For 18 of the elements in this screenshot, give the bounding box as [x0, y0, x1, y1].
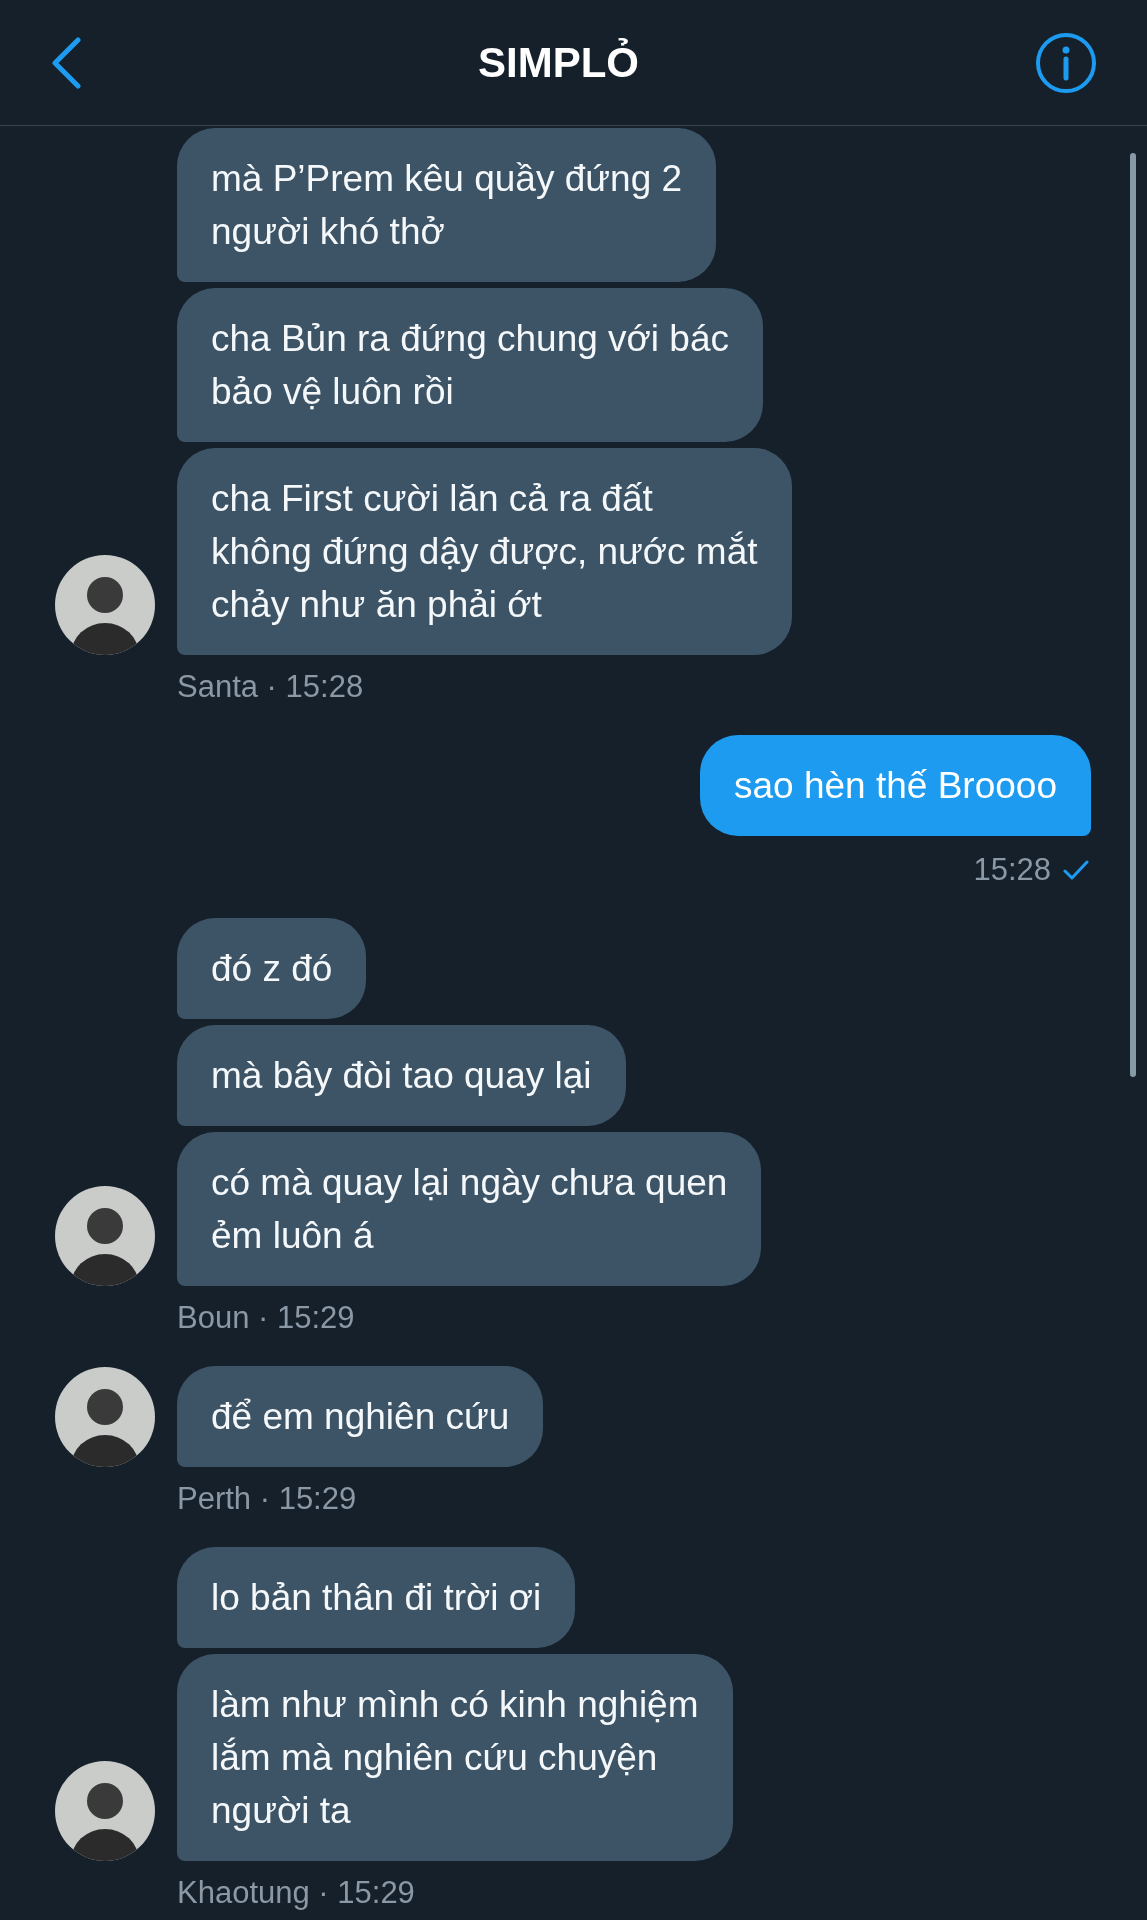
message-bubble[interactable]: mà bây đòi tao quay lại [177, 1025, 626, 1126]
sender-time: Boun · 15:29 [177, 1299, 356, 1337]
scrollbar[interactable] [1130, 153, 1136, 1077]
message-bubble[interactable]: cha First cười lăn cả ra đất không đứng dậy được, nước mắt chảy như ăn phải ớt [177, 448, 792, 655]
info-icon[interactable] [1035, 31, 1097, 94]
sender-time: Perth · 15:29 [177, 1480, 358, 1518]
sender-time: Santa · 15:28 [177, 668, 365, 706]
message-bubble[interactable]: mà P’Prem kêu quầy đứng 2 người khó thở [177, 128, 717, 282]
message-bubble[interactable]: để em nghiên cứu [177, 1366, 544, 1467]
message-time: 15:28 [973, 851, 1051, 889]
message-bubble[interactable]: đó z đó [177, 918, 367, 1019]
message-bubble[interactable]: làm như mình có kinh nghiệm lắm mà nghiên cứu chuyện người ta [177, 1654, 733, 1861]
chat-title: SIMPLỎ [478, 37, 639, 88]
message-bubble[interactable]: lo bản thân đi trời ơi [177, 1547, 576, 1648]
back-icon[interactable] [50, 36, 82, 89]
sender-time: Khaotung · 15:29 [177, 1874, 416, 1912]
message-bubble[interactable]: có mà quay lại ngày chưa quen ẻm luôn á [177, 1132, 762, 1286]
message-bubble[interactable]: cha Bủn ra đứng chung với bác bảo vệ luôn rồi [177, 288, 764, 442]
